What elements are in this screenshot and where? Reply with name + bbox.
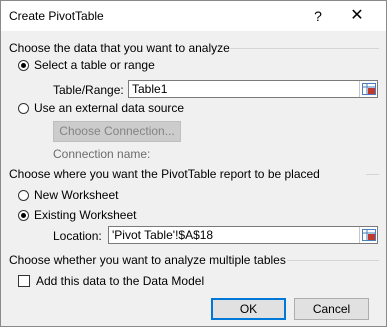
collapse-dialog-button[interactable] [359,227,377,243]
dialog-body: Choose the data that you want to analyze… [1,31,386,326]
table-range-input[interactable]: Table1 [128,80,378,98]
cancel-button[interactable]: Cancel [294,298,369,320]
radio-existing-worksheet-indicator[interactable] [18,209,29,221]
radio-external-source[interactable]: Use an external data source [18,101,184,115]
range-select-icon [362,229,376,241]
radio-existing-worksheet[interactable]: Existing Worksheet [18,208,137,222]
choose-connection-button[interactable]: Choose Connection... [53,121,181,142]
location-input[interactable]: 'Pivot Table'!$A$18 [108,226,378,244]
radio-select-table-indicator[interactable] [18,59,29,71]
section-heading-multiple: Choose whether you want to analyze multi… [9,253,286,267]
radio-external-source-indicator[interactable] [18,102,29,114]
section-divider [366,174,379,175]
section-heading-source: Choose the data that you want to analyze [9,41,230,55]
dialog-title: Create PivotTable [9,9,104,23]
close-button[interactable]: ✕ [342,5,372,27]
ok-button[interactable]: OK [211,298,286,320]
title-bar: Create PivotTable ? ✕ [1,1,386,31]
location-label: Location: [53,229,102,243]
radio-external-source-label: Use an external data source [34,101,185,115]
range-select-icon [362,83,376,95]
connection-name-label: Connection name: [53,147,151,161]
radio-new-worksheet[interactable]: New Worksheet [18,188,118,202]
data-model-checkbox[interactable] [18,275,30,287]
collapse-dialog-button[interactable] [359,81,377,97]
radio-new-worksheet-indicator[interactable] [18,189,29,201]
radio-existing-worksheet-label: Existing Worksheet [34,208,137,222]
data-model-label: Add this data to the Data Model [36,274,205,288]
create-pivottable-dialog: Create PivotTable ? ✕ Choose the data th… [0,0,387,327]
section-heading-placement: Choose where you want the PivotTable rep… [9,167,320,181]
radio-select-table[interactable]: Select a table or range [18,58,155,72]
data-model-checkbox-row[interactable]: Add this data to the Data Model [18,274,204,288]
section-divider [287,260,379,261]
section-divider [229,48,379,49]
help-button[interactable]: ? [307,5,329,27]
radio-select-table-label: Select a table or range [34,58,155,72]
table-range-label: Table/Range: [53,83,124,97]
radio-new-worksheet-label: New Worksheet [34,188,119,202]
